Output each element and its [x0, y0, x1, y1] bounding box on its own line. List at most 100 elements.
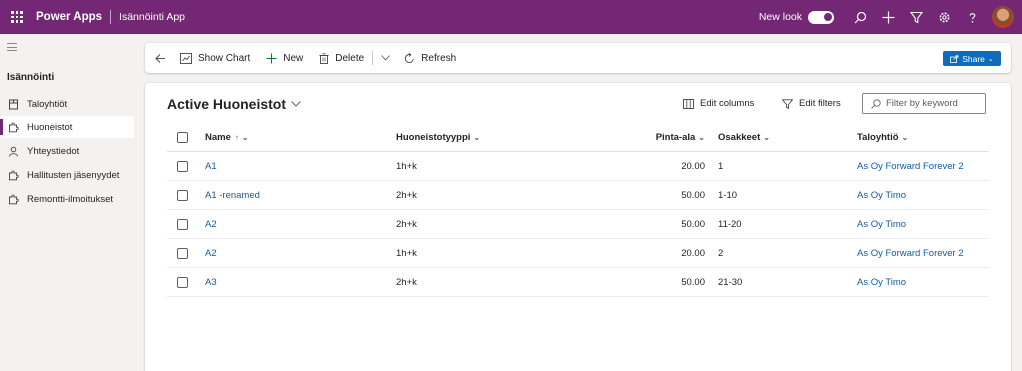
back-arrow-icon[interactable] [155, 43, 166, 73]
sidebar-item-label: Taloyhtiöt [27, 98, 68, 110]
new-label: New [283, 52, 304, 64]
puzzle-icon [7, 121, 19, 133]
table-row[interactable]: A2 2h+k 50.00 11-20 As Oy Timo [167, 210, 989, 239]
chart-icon [180, 52, 192, 64]
area-cell: 50.00 [681, 276, 705, 288]
sidebar-item-taloyhtiot[interactable]: Taloyhtiöt [0, 93, 134, 115]
row-checkbox[interactable] [177, 152, 188, 180]
table-row[interactable]: A1 -renamed 2h+k 50.00 1-10 As Oy Timo [167, 181, 989, 210]
app-header: Power Apps Isännöinti App New look [0, 0, 1022, 34]
puzzle-icon [7, 193, 19, 205]
command-bar: Show Chart New Delete Refresh Share ⌄ [145, 43, 1011, 73]
refresh-icon [404, 52, 415, 64]
column-header-pinta-ala[interactable]: Pinta-ala ⌄ [627, 123, 705, 151]
column-header-taloyhtio[interactable]: Taloyhtiö ⌄ [857, 123, 908, 151]
header-divider [110, 10, 112, 24]
type-cell: 2h+k [396, 276, 417, 288]
shares-cell: 2 [718, 247, 724, 259]
table-row[interactable]: A1 1h+k 20.00 1 As Oy Forward Forever 2 [167, 152, 989, 181]
shares-cell: 1 [718, 160, 724, 172]
row-checkbox[interactable] [177, 239, 188, 267]
table-row[interactable]: A2 1h+k 20.00 2 As Oy Forward Forever 2 [167, 239, 989, 268]
chevron-down-icon: ⌄ [241, 132, 249, 142]
sidebar-item-remontti-ilmoitukset[interactable]: Remontti-ilmoitukset [0, 188, 134, 210]
shares-cell: 21-30 [718, 276, 743, 288]
show-chart-label: Show Chart [198, 52, 251, 64]
refresh-label: Refresh [421, 52, 457, 64]
delete-button[interactable]: Delete [319, 43, 364, 73]
name-link[interactable]: A2 [205, 210, 217, 238]
taloyhtio-link[interactable]: As Oy Timo [857, 181, 906, 209]
sidebar-item-label: Remontti-ilmoitukset [27, 193, 114, 205]
settings-gear-icon[interactable] [930, 0, 958, 34]
new-button[interactable]: New [266, 43, 303, 73]
sort-arrow-icon: ↑ [234, 132, 239, 142]
edit-filters-button[interactable]: Edit filters [782, 98, 841, 109]
area-cell: 50.00 [681, 218, 705, 230]
table-row[interactable]: A3 2h+k 50.00 21-30 As Oy Timo [167, 268, 989, 297]
share-button[interactable]: Share ⌄ [943, 51, 1001, 66]
plus-icon [266, 53, 277, 64]
app-name[interactable]: Power Apps [36, 11, 102, 23]
taloyhtio-link[interactable]: As Oy Forward Forever 2 [857, 152, 964, 180]
sidebar-group-label: Isännöinti [7, 72, 55, 83]
area-cell: 50.00 [681, 189, 705, 201]
new-look-toggle[interactable] [808, 10, 834, 24]
type-cell: 2h+k [396, 218, 417, 230]
more-commands-chevron-icon[interactable] [381, 43, 391, 73]
chevron-down-icon [291, 101, 301, 107]
taloyhtio-link[interactable]: As Oy Forward Forever 2 [857, 239, 964, 267]
chevron-down-icon: ⌄ [763, 132, 770, 142]
column-header-name[interactable]: Name ↑ ⌄ [205, 123, 249, 151]
add-icon[interactable] [874, 0, 902, 34]
chevron-down-icon: ⌄ [901, 132, 909, 142]
view-selector[interactable]: Active Huoneistot [167, 96, 301, 112]
chevron-down-icon: ⌄ [473, 132, 481, 142]
taloyhtio-link[interactable]: As Oy Timo [857, 268, 906, 296]
sidebar-item-yhteystiedot[interactable]: Yhteystiedot [0, 140, 134, 162]
name-link[interactable]: A1 -renamed [205, 181, 260, 209]
sidebar-item-hallitusten-jasenyydet[interactable]: Hallitusten jäsenyydet [0, 164, 134, 186]
data-grid: Name ↑ ⌄ Huoneistotyyppi ⌄ Pinta-ala ⌄ O… [167, 123, 989, 297]
shares-cell: 11-20 [718, 218, 742, 230]
sub-app-name[interactable]: Isännöinti App [119, 11, 185, 23]
filter-icon[interactable] [902, 0, 930, 34]
help-icon[interactable] [958, 0, 986, 34]
refresh-button[interactable]: Refresh [404, 43, 456, 73]
delete-label: Delete [335, 52, 365, 64]
sidebar-item-label: Yhteystiedot [27, 145, 80, 157]
columns-icon [683, 98, 694, 109]
name-link[interactable]: A3 [205, 268, 217, 296]
share-chevron-icon: ⌄ [987, 55, 994, 63]
row-checkbox[interactable] [177, 268, 188, 296]
show-chart-button[interactable]: Show Chart [180, 43, 250, 73]
app-launcher-icon[interactable] [4, 0, 30, 34]
column-header-huoneistotyyppi[interactable]: Huoneistotyyppi ⌄ [396, 123, 480, 151]
type-cell: 1h+k [396, 247, 417, 259]
sidebar-item-label: Huoneistot [27, 121, 73, 133]
view-title: Active Huoneistot [167, 96, 287, 112]
filter-search-box[interactable] [862, 93, 986, 114]
edit-columns-label: Edit columns [700, 98, 755, 109]
row-checkbox[interactable] [177, 210, 188, 238]
name-link[interactable]: A2 [205, 239, 217, 267]
select-all-checkbox[interactable] [177, 123, 188, 151]
area-cell: 20.00 [681, 247, 705, 259]
taloyhtio-link[interactable]: As Oy Timo [857, 210, 906, 238]
filter-by-keyword-input[interactable] [886, 98, 976, 109]
edit-filters-label: Edit filters [799, 98, 841, 109]
name-link[interactable]: A1 [205, 152, 217, 180]
edit-columns-button[interactable]: Edit columns [683, 98, 754, 109]
sidebar: Isännöinti Taloyhtiöt Huoneistot Yhteyst… [0, 34, 134, 371]
share-icon [950, 54, 959, 63]
user-avatar[interactable] [992, 6, 1014, 28]
sidebar-item-label: Hallitusten jäsenyydet [27, 169, 120, 181]
search-icon[interactable] [846, 0, 874, 34]
row-checkbox[interactable] [177, 181, 188, 209]
column-header-osakkeet[interactable]: Osakkeet ⌄ [718, 123, 770, 151]
new-look-label: New look [758, 11, 802, 23]
menu-hamburger-icon[interactable] [7, 43, 17, 54]
search-icon [871, 98, 881, 109]
share-label: Share [962, 53, 985, 64]
sidebar-item-huoneistot[interactable]: Huoneistot [0, 116, 134, 138]
